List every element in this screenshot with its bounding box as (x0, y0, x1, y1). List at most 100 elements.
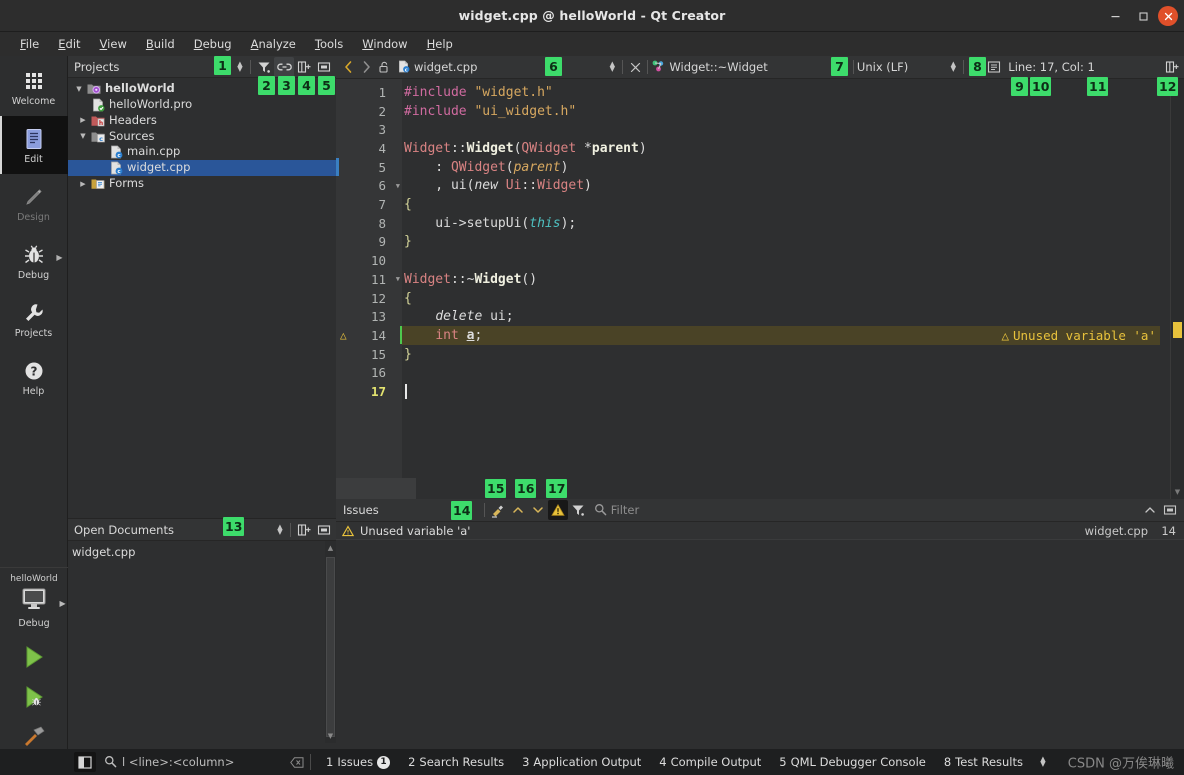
mode-projects[interactable]: Projects (0, 290, 68, 348)
run-button[interactable] (13, 637, 55, 677)
close-panel-icon[interactable] (314, 57, 334, 77)
editor-file-selector[interactable]: c widget.cpp (397, 58, 477, 77)
gutter-line[interactable]: 4 (336, 139, 402, 158)
code-line[interactable]: } (402, 345, 1184, 364)
tree-item-helloWorld[interactable]: ▼ helloWorld (68, 81, 336, 97)
gutter-line[interactable]: 9 (336, 233, 402, 252)
line-ending-dropdown-arrows[interactable]: ▲ ▼ (946, 61, 960, 73)
fold-marker-icon[interactable]: ▼ (396, 182, 400, 190)
tree-item-helloWorld-pro[interactable]: helloWorld.pro (68, 97, 336, 113)
file-dropdown-arrows[interactable]: ▲ ▼ (605, 61, 619, 73)
code-line[interactable]: ui->setupUi(this); (402, 214, 1184, 233)
chevron-right-icon[interactable]: ▶ (76, 180, 90, 188)
gutter-line[interactable]: 17 (336, 382, 402, 401)
split-add-icon[interactable] (294, 57, 314, 77)
kit-config-button[interactable]: ▶ Debug (18, 587, 66, 629)
gutter-line[interactable]: 1 (336, 83, 402, 102)
issues-filter-input[interactable]: Filter (594, 501, 639, 520)
code-line[interactable]: } (402, 233, 1184, 252)
clear-icon[interactable] (488, 500, 508, 520)
gutter-line[interactable]: 2 (336, 102, 402, 121)
table-row[interactable]: Unused variable 'a' widget.cpp 14 (336, 522, 1184, 540)
maximize-panel-icon[interactable] (1160, 500, 1180, 520)
code-line[interactable]: : QWidget(parent) (402, 158, 1184, 177)
scroll-down-arrow[interactable]: ▼ (325, 729, 336, 743)
code-line[interactable] (402, 382, 1184, 401)
link-sync-icon[interactable] (274, 56, 294, 77)
open-documents-scrollbar[interactable]: ▲ ▼ (325, 541, 336, 743)
gutter-line[interactable]: 11 ▼ (336, 270, 402, 289)
panel-selector-dropdown[interactable]: ▲ ▼ (273, 523, 287, 535)
editor-scrollbar[interactable]: ▼ (1170, 79, 1184, 499)
updown-arrows-icon[interactable]: ▲ ▼ (1036, 756, 1050, 768)
tree-item-main-cpp[interactable]: c main.cpp (68, 144, 336, 160)
output-pane-search-results[interactable]: 2 Search Results (399, 755, 513, 769)
menu-window[interactable]: Window (354, 34, 415, 54)
chevron-right-icon[interactable]: ▶ (59, 599, 65, 608)
mode-edit[interactable]: Edit (0, 116, 68, 174)
menu-help[interactable]: Help (419, 34, 461, 54)
tree-item-Sources[interactable]: ▼ c Sources (68, 128, 336, 144)
gutter-line[interactable]: △ 14 (336, 326, 402, 345)
gutter-line[interactable]: 5 (336, 158, 402, 177)
gutter-line[interactable]: 6 ▼ (336, 177, 402, 196)
menu-build[interactable]: Build (138, 34, 183, 54)
code-line[interactable]: { (402, 195, 1184, 214)
code-line[interactable]: { (402, 289, 1184, 308)
mode-debug[interactable]: ▶ Debug (0, 232, 68, 290)
chevron-right-icon[interactable] (357, 57, 375, 77)
gutter-line[interactable]: 10 (336, 251, 402, 270)
gutter-line[interactable]: 8 (336, 214, 402, 233)
tree-item-Headers[interactable]: ▶ h Headers (68, 113, 336, 129)
outline-icon[interactable] (985, 57, 1003, 77)
menu-file[interactable]: File (12, 34, 47, 54)
warning-marker[interactable] (1173, 322, 1182, 338)
output-pane-issues[interactable]: 1 Issues 1 (317, 755, 399, 769)
gutter-line[interactable]: 15 (336, 345, 402, 364)
code-line[interactable]: #include "widget.h" (402, 83, 1184, 102)
scrollbar-thumb[interactable] (326, 557, 335, 737)
code-line[interactable]: int a; (402, 326, 1184, 345)
gutter-line[interactable]: 16 (336, 364, 402, 383)
tree-item-Forms[interactable]: ▶ Forms (68, 176, 336, 192)
tree-item-widget-cpp[interactable]: c widget.cpp (68, 159, 336, 176)
warning-filter-icon[interactable] (547, 500, 568, 520)
split-add-icon[interactable] (1163, 57, 1181, 77)
chevron-down-icon[interactable]: ▼ (76, 132, 90, 140)
start-debugging-button[interactable] (13, 677, 55, 717)
code-editor[interactable]: 1 2 3 4 5 6 ▼ 7 8 9 10 11 ▼ 12 13 △ 14 15 16 17 #include "w… (336, 79, 1184, 499)
menu-view[interactable]: View (92, 34, 135, 54)
chevron-left-icon[interactable] (339, 57, 357, 77)
menu-analyze[interactable]: Analyze (243, 34, 304, 54)
unlocked-icon[interactable] (375, 57, 393, 77)
editor-symbol-selector[interactable]: Widget::~Widget (651, 58, 768, 77)
locator-input[interactable]: l <line>:<column> (104, 753, 304, 772)
menu-debug[interactable]: Debug (186, 34, 240, 54)
code-line[interactable] (402, 251, 1184, 270)
editor-gutter[interactable]: 1 2 3 4 5 6 ▼ 7 8 9 10 11 ▼ 12 13 △ 14 15 16 17 (336, 79, 402, 499)
fold-marker-icon[interactable]: ▼ (396, 275, 400, 283)
close-icon[interactable] (626, 57, 644, 77)
close-panel-icon[interactable] (314, 520, 334, 540)
code-line[interactable]: Widget::~Widget() (402, 270, 1184, 289)
output-pane-test-results[interactable]: 8 Test Results (935, 755, 1032, 769)
mode-help[interactable]: ? Help (0, 348, 68, 406)
filter-icon[interactable] (254, 57, 274, 77)
chevron-down-icon[interactable]: ▼ (72, 85, 86, 93)
line-ending-selector[interactable]: Unix (LF) (857, 60, 908, 74)
code-line[interactable] (402, 120, 1184, 139)
clear-input-icon[interactable] (290, 753, 304, 772)
gutter-line[interactable]: 3 (336, 120, 402, 139)
code-line[interactable]: delete ui; (402, 307, 1184, 326)
code-line[interactable]: , ui(new Ui::Widget) (402, 177, 1184, 196)
list-item[interactable]: widget.cpp (70, 544, 336, 560)
code-line[interactable] (402, 364, 1184, 383)
output-pane-qml-debugger-console[interactable]: 5 QML Debugger Console (770, 755, 935, 769)
maximize-button[interactable] (1130, 3, 1156, 29)
chevron-up-icon[interactable] (1140, 500, 1160, 520)
mode-design[interactable]: Design (0, 174, 68, 232)
chevron-up-icon[interactable] (508, 500, 528, 520)
mode-welcome[interactable]: Welcome (0, 58, 68, 116)
close-button[interactable] (1158, 6, 1178, 26)
output-pane-compile-output[interactable]: 4 Compile Output (650, 755, 770, 769)
